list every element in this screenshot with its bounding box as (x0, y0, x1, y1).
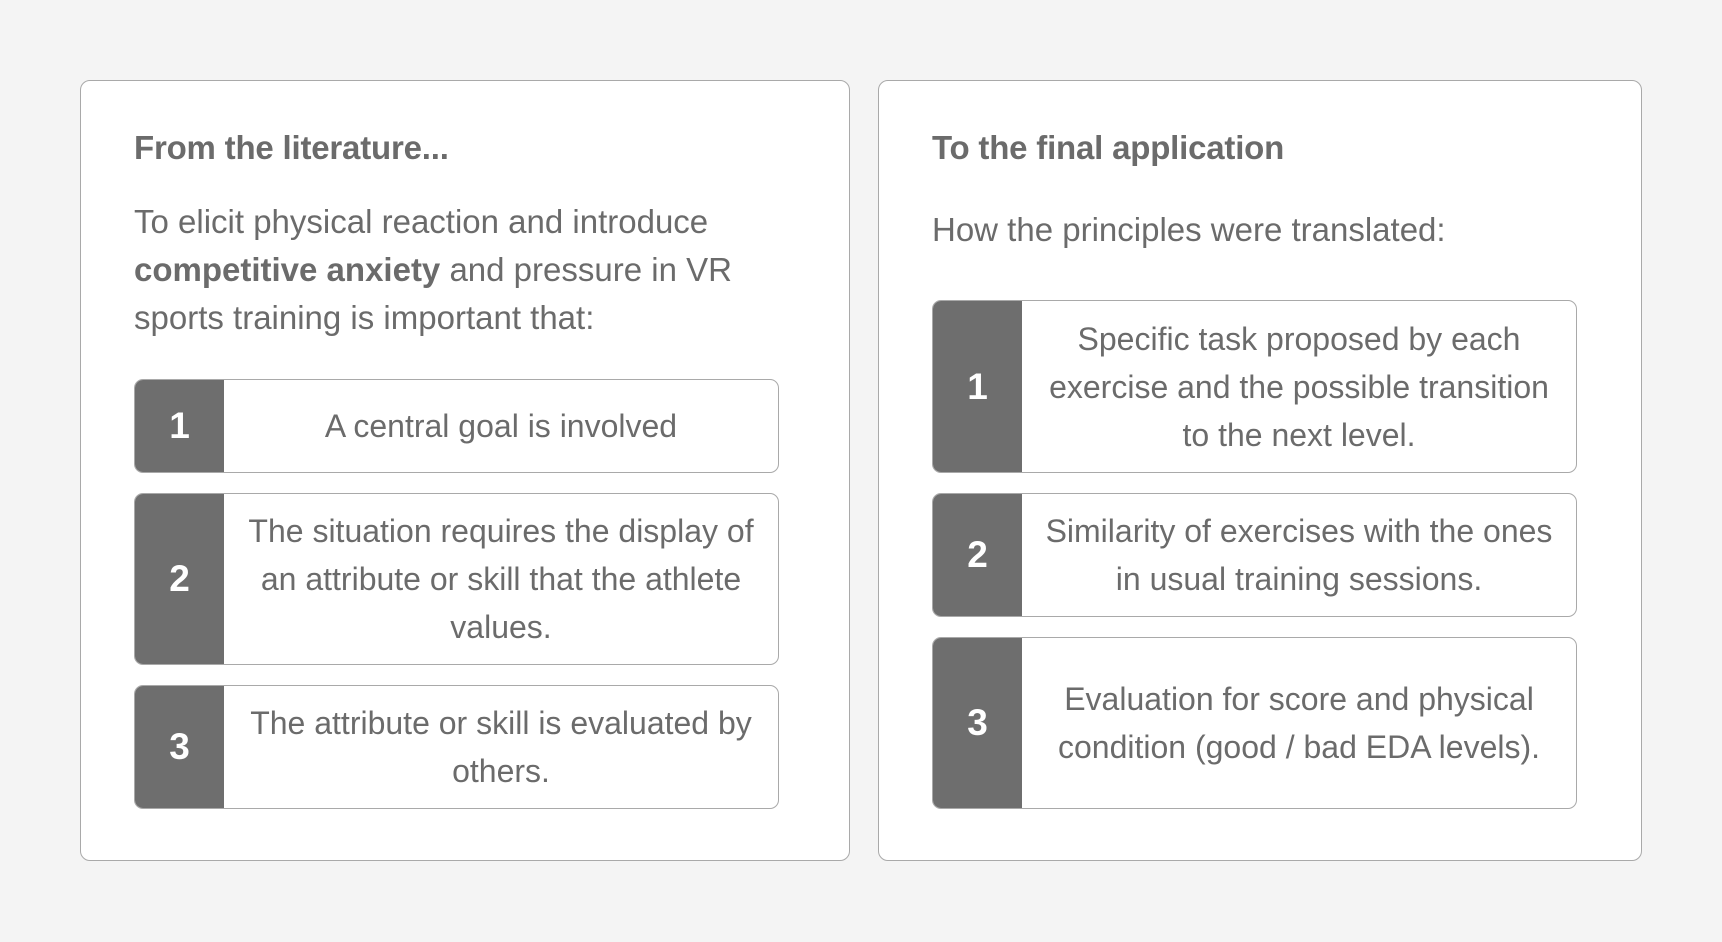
literature-item-1-text: A central goal is involved (324, 408, 678, 444)
literature-title: From the literature... (134, 129, 449, 166)
literature-item-1-number: 1 (135, 380, 224, 472)
literature-item-3-number: 3 (135, 686, 224, 808)
literature-intro-part1: To elicit physical reaction and introduc… (134, 203, 709, 240)
literature-item-2-text: The situation requires the display of an… (248, 513, 754, 645)
application-item-2: 2 Similarity of exercises with the ones … (932, 493, 1577, 617)
application-item-1-text: Specific task proposed by each exercise … (1049, 320, 1549, 453)
application-title: To the final application (932, 129, 1285, 166)
literature-panel: From the literature... To elicit physica… (80, 80, 850, 861)
literature-item-2: 2 The situation requires the display of … (134, 493, 779, 665)
literature-item-1: 1 A central goal is involved (134, 379, 779, 473)
literature-item-2-number: 2 (135, 494, 224, 664)
literature-item-3: 3 The attribute or skill is evaluated by… (134, 685, 779, 809)
application-item-2-number: 2 (933, 494, 1022, 616)
application-item-3-number: 3 (933, 638, 1022, 808)
literature-intro: To elicit physical reaction and introduc… (134, 198, 794, 342)
application-item-1-number: 1 (933, 301, 1022, 472)
literature-intro-bold: competitive anxiety (134, 251, 441, 288)
application-item-2-text: Similarity of exercises with the ones in… (1045, 513, 1553, 597)
literature-item-3-text: The attribute or skill is evaluated by o… (250, 705, 752, 789)
application-panel: To the final application How the princip… (878, 80, 1642, 861)
application-item-3-text: Evaluation for score and physical condit… (1057, 681, 1541, 765)
application-intro: How the principles were translated: (932, 211, 1446, 248)
application-item-1: 1 Specific task proposed by each exercis… (932, 300, 1577, 473)
application-item-3: 3 Evaluation for score and physical cond… (932, 637, 1577, 809)
